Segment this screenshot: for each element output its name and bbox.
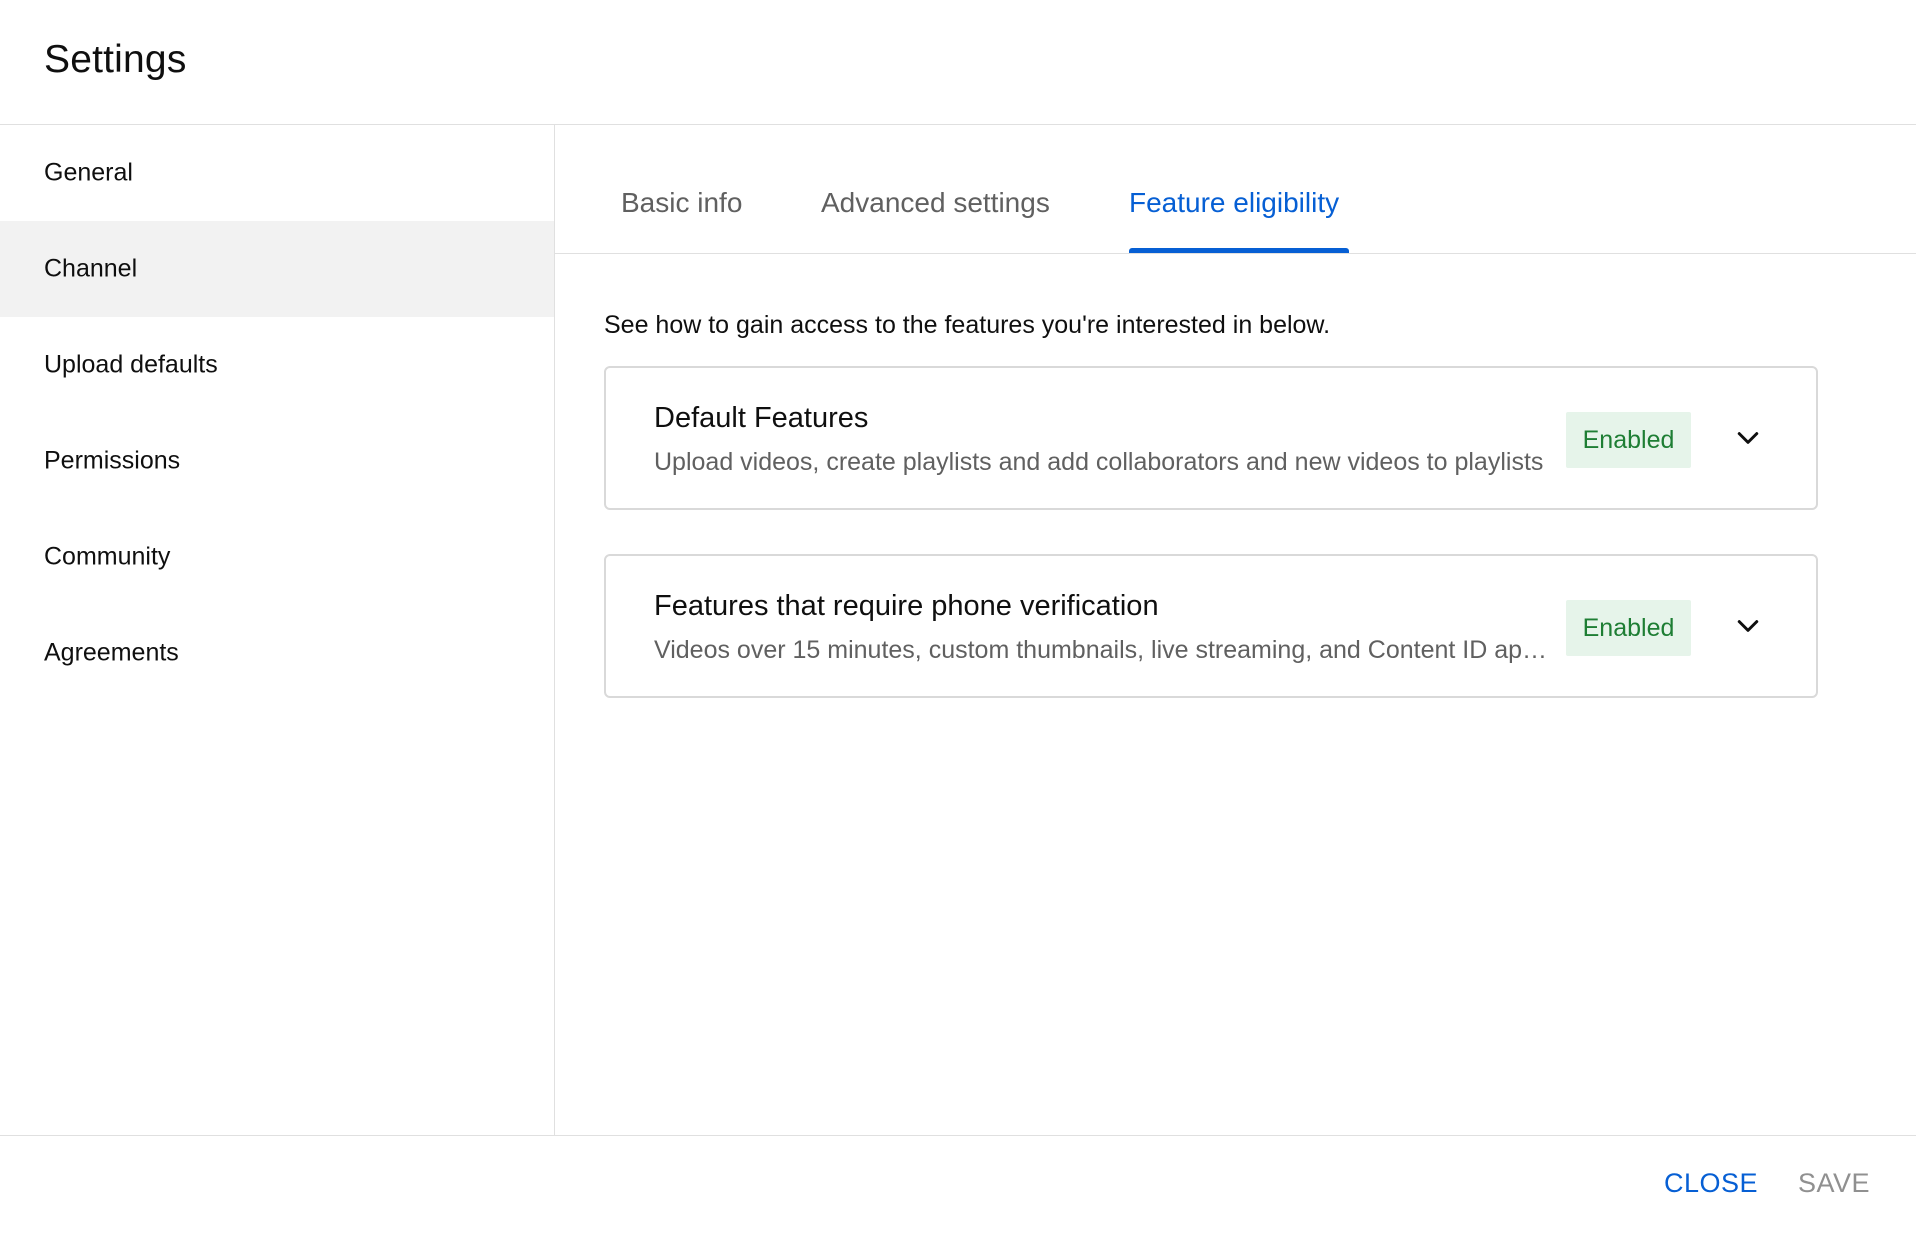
chevron-down-icon[interactable] — [1726, 416, 1770, 460]
tab-basic-info[interactable]: Basic info — [621, 125, 743, 253]
sidebar-item-label: Community — [44, 542, 171, 571]
settings-dialog: Settings General Channel Upload defaults… — [0, 0, 1916, 1235]
sidebar-item-channel[interactable]: Channel — [0, 221, 554, 317]
tab-label: Feature eligibility — [1129, 187, 1340, 218]
sidebar-item-label: General — [44, 158, 133, 187]
tab-advanced-settings[interactable]: Advanced settings — [821, 125, 1051, 253]
dialog-footer: CLOSE SAVE — [0, 1135, 1916, 1236]
settings-sidebar: General Channel Upload defaults Permissi… — [0, 125, 555, 1135]
close-button[interactable]: CLOSE — [1664, 1168, 1758, 1199]
sidebar-item-agreements[interactable]: Agreements — [0, 605, 554, 701]
chevron-down-icon[interactable] — [1726, 604, 1770, 648]
sidebar-item-community[interactable]: Community — [0, 509, 554, 605]
status-badge: Enabled — [1566, 412, 1691, 468]
feature-card-title: Default Features — [654, 402, 869, 434]
save-button[interactable]: SAVE — [1798, 1168, 1870, 1199]
sidebar-item-upload-defaults[interactable]: Upload defaults — [0, 317, 554, 413]
tab-label: Advanced settings — [821, 187, 1050, 218]
sidebar-item-general[interactable]: General — [0, 125, 554, 221]
sidebar-item-permissions[interactable]: Permissions — [0, 413, 554, 509]
active-tab-indicator — [1129, 248, 1349, 253]
feature-eligibility-intro: See how to gain access to the features y… — [604, 311, 1331, 339]
settings-main-panel: Basic info Advanced settings Feature eli… — [555, 125, 1916, 1135]
feature-card-title: Features that require phone verification — [654, 590, 1159, 622]
dialog-title: Settings — [44, 38, 187, 81]
feature-card-phone-verification[interactable]: Features that require phone verification… — [604, 554, 1818, 698]
dialog-header: Settings — [0, 0, 1916, 125]
sidebar-item-label: Agreements — [44, 638, 179, 667]
feature-card-description: Videos over 15 minutes, custom thumbnail… — [654, 636, 1549, 664]
sidebar-item-label: Channel — [44, 254, 138, 283]
tab-label: Basic info — [621, 187, 743, 218]
tab-feature-eligibility[interactable]: Feature eligibility — [1129, 125, 1349, 253]
sidebar-item-label: Permissions — [44, 446, 181, 475]
feature-card-default[interactable]: Default Features Upload videos, create p… — [604, 366, 1818, 510]
feature-card-description: Upload videos, create playlists and add … — [654, 448, 1544, 476]
status-badge: Enabled — [1566, 600, 1691, 656]
sidebar-item-label: Upload defaults — [44, 350, 218, 379]
tab-bar: Basic info Advanced settings Feature eli… — [555, 125, 1916, 254]
